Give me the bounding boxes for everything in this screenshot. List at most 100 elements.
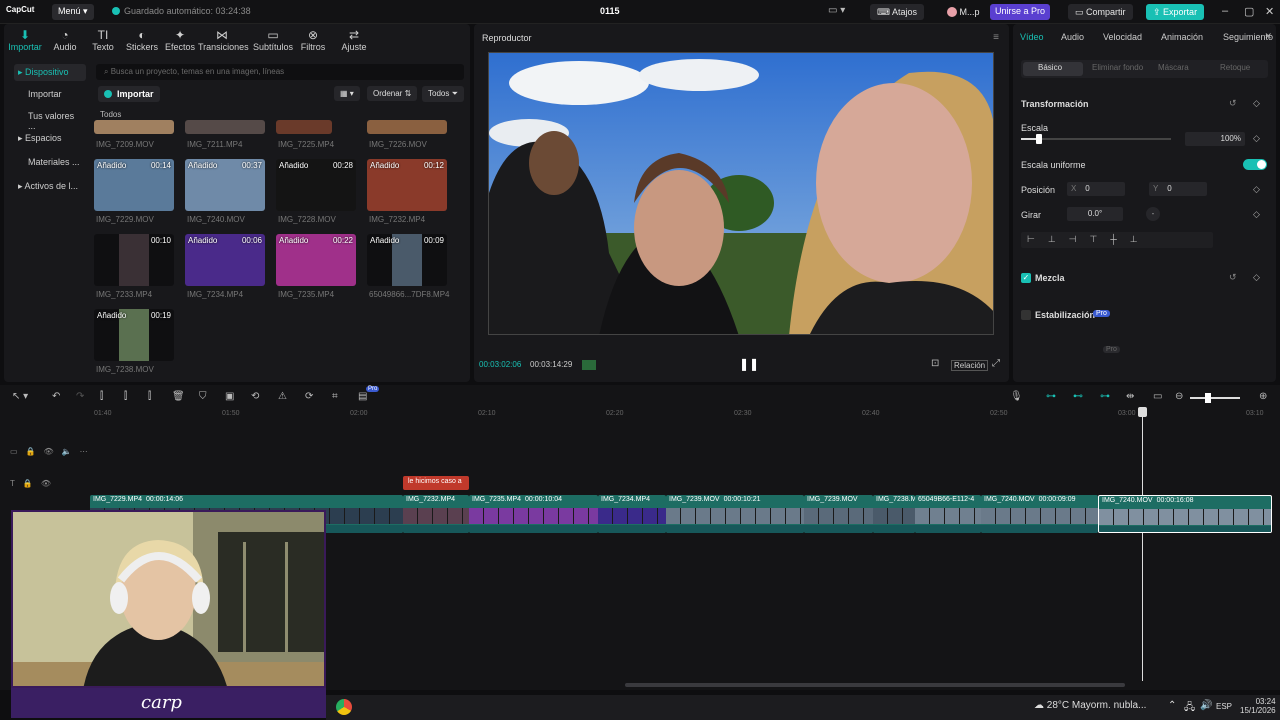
auto-reframe-icon[interactable]: ▤ <box>358 391 367 402</box>
shortcuts-button[interactable]: ⌨ Atajos <box>870 4 925 20</box>
zoom-slider[interactable] <box>1190 393 1240 403</box>
redo-icon[interactable]: ↷ <box>76 391 84 402</box>
media-thumbnail[interactable]: Añadido 00:06 <box>185 234 265 286</box>
sidebar-item[interactable]: ▸ Dispositivo <box>14 64 86 81</box>
video-clip[interactable]: IMG_7235.MP4 00:00:10:04 <box>469 495 598 533</box>
scale-value[interactable]: 100% <box>1185 132 1245 146</box>
media-thumbnail[interactable]: Añadido 00:09 <box>367 234 447 286</box>
rotate-dial[interactable]: - <box>1146 207 1160 221</box>
media-thumbnail[interactable] <box>185 120 265 134</box>
reset-icon[interactable]: ↺ <box>1229 98 1237 109</box>
media-thumbnail[interactable]: Añadido 00:14 <box>94 159 174 211</box>
property-subtab[interactable]: Eliminar fondo <box>1092 63 1143 72</box>
clock[interactable]: 03:24 15/1/2026 <box>1240 697 1276 715</box>
tab-import[interactable]: ⬇ Importar <box>6 28 44 52</box>
property-tab[interactable]: Seguimiento <box>1223 32 1273 42</box>
sort-button[interactable]: Ordenar ⇅ <box>367 86 418 101</box>
property-tab[interactable]: Vídeo <box>1020 32 1044 42</box>
grid-icon[interactable] <box>582 360 596 370</box>
rotate-icon[interactable]: ⟳ <box>305 391 313 402</box>
sidebar-item[interactable]: ▸ Espacios <box>14 130 86 147</box>
marker-icon[interactable]: ⛉ <box>199 391 207 402</box>
tab-audio[interactable]: ◔ Audio <box>46 28 84 52</box>
link-main-icon[interactable]: ⊶ <box>1046 391 1056 402</box>
tab-adjust[interactable]: ⇄ Ajuste <box>335 28 373 52</box>
video-clip[interactable]: IMG_7239.MOV 00:00:10:21 <box>666 495 804 533</box>
tab-text[interactable]: TI Texto <box>84 28 122 52</box>
search-input[interactable]: ⌕ Busca un proyecto, temas en una imagen… <box>96 64 464 80</box>
zoom-out-icon[interactable]: ⊖ <box>1175 391 1183 402</box>
filter-button[interactable]: Todos ⏷ <box>422 86 464 102</box>
player-menu-icon[interactable]: ≡ <box>993 32 999 43</box>
sidebar-item[interactable]: Importar <box>14 86 86 102</box>
media-thumbnail[interactable]: 00:10 <box>94 234 174 286</box>
property-subtab[interactable]: Básico <box>1038 63 1062 72</box>
uniform-scale-toggle[interactable] <box>1243 159 1267 170</box>
tab-effects[interactable]: ✦ Efectos <box>161 28 199 52</box>
main-track-controls[interactable]: ▭🔒👁🔈⋯ <box>10 447 96 456</box>
blend-checkbox[interactable]: ✓ <box>1021 273 1031 283</box>
minimize-icon[interactable]: – <box>1222 5 1228 17</box>
text-clip[interactable]: le hicimos caso a <box>403 476 469 490</box>
keyframe-icon[interactable]: ◇ <box>1253 209 1260 220</box>
media-thumbnail[interactable] <box>367 120 447 134</box>
pause-button[interactable]: ❚❚ <box>739 357 759 371</box>
weather-widget[interactable]: ☁ 28°C Mayorm. nubla... <box>1034 700 1146 711</box>
split-right-icon[interactable]: ⫿ <box>148 391 151 402</box>
reset-icon[interactable]: ↺ <box>1229 272 1237 283</box>
tab-subtitle[interactable]: ▭ Subtítulos <box>249 28 297 52</box>
keyframe-icon[interactable]: ◇ <box>1253 272 1260 283</box>
fullscreen-icon[interactable]: ⤢ <box>992 358 1000 369</box>
scale-slider[interactable] <box>1021 134 1171 144</box>
video-clip[interactable]: IMG_7239.MOV <box>804 495 873 533</box>
network-icon[interactable]: 🖧 <box>1184 700 1195 717</box>
position-x-field[interactable]: X 0 <box>1067 182 1125 196</box>
layout-icon[interactable]: ▭ ▾ <box>828 5 845 16</box>
reverse-icon[interactable]: ⟲ <box>251 391 259 402</box>
video-clip[interactable]: IMG_7240.MOV 00:00:16:08 <box>1098 495 1272 533</box>
rotate-field[interactable]: 0.0° <box>1067 207 1123 221</box>
media-thumbnail[interactable]: Añadido 00:12 <box>367 159 447 211</box>
tab-transition[interactable]: ⋈ Transiciones <box>198 28 249 52</box>
media-thumbnail[interactable]: Añadido 00:19 <box>94 309 174 361</box>
volume-icon[interactable]: 🔊 <box>1200 700 1212 711</box>
undo-icon[interactable]: ↶ <box>52 391 60 402</box>
split-icon[interactable]: ⫿ <box>100 391 103 402</box>
view-toggle[interactable]: ▦ ▾ <box>334 86 360 101</box>
caption-icon[interactable]: ▭ <box>1153 391 1162 402</box>
keyframe-icon[interactable]: ◇ <box>1253 184 1260 195</box>
tab-sticker[interactable]: ◐ Stickers <box>123 28 161 52</box>
video-clip[interactable]: IMG_7240.MOV 00:00:09:09 <box>981 495 1098 533</box>
timeline-scrollbar[interactable] <box>625 683 1125 687</box>
stabilize-checkbox[interactable] <box>1021 310 1031 320</box>
time-ruler[interactable]: 01:40 01:50 02:00 02:10 02:20 02:30 02:40 02:50… <box>90 409 1280 421</box>
import-button[interactable]: Importar <box>98 86 160 102</box>
zoom-fit-icon[interactable]: ⊕ <box>1259 391 1267 402</box>
media-thumbnail[interactable] <box>94 120 174 134</box>
position-y-field[interactable]: Y 0 <box>1149 182 1207 196</box>
media-thumbnail[interactable] <box>276 120 332 134</box>
keyframe-icon[interactable]: ◇ <box>1253 133 1260 144</box>
ratio-button[interactable]: Relación <box>951 360 989 371</box>
video-clip[interactable]: IMG_7232.MP4 <box>403 495 469 533</box>
keyframe-icon[interactable]: ◇ <box>1253 98 1260 109</box>
media-thumbnail[interactable]: Añadido 00:37 <box>185 159 265 211</box>
chrome-icon[interactable] <box>336 699 352 715</box>
preview-axis-icon[interactable]: ⇹ <box>1126 391 1134 402</box>
align-toolbar[interactable]: ⊢⊥⊣⊤┼⊥ <box>1021 232 1213 248</box>
video-clip[interactable]: 65049B66-E112-4 <box>915 495 981 533</box>
language-indicator[interactable]: ESP <box>1216 702 1232 711</box>
media-thumbnail[interactable]: Añadido 00:28 <box>276 159 356 211</box>
link-icon[interactable]: ⊷ <box>1073 391 1083 402</box>
delete-icon[interactable]: 🗑 <box>172 391 185 402</box>
screenshot-icon[interactable]: ⊡ <box>931 358 939 369</box>
split-left-icon[interactable]: ⫿ <box>124 391 127 402</box>
snap-icon[interactable]: ⊶ <box>1100 391 1110 402</box>
property-subtab[interactable]: Retoque <box>1220 63 1250 72</box>
maximize-icon[interactable]: ▢ <box>1244 5 1254 18</box>
video-preview[interactable] <box>488 52 994 335</box>
freeze-icon[interactable]: ▣ <box>225 391 234 402</box>
text-track-controls[interactable]: T🔒👁 <box>10 479 59 488</box>
close-icon[interactable]: ✕ <box>1265 5 1274 18</box>
menu-button[interactable]: Menú ▾ <box>52 4 94 20</box>
